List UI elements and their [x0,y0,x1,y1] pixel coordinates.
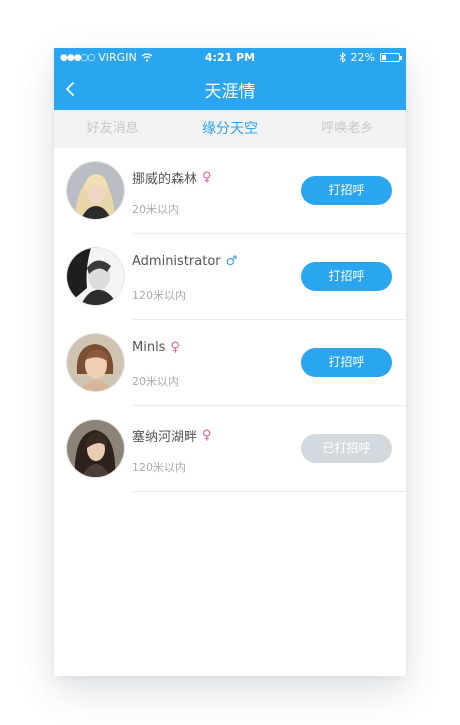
list-item[interactable]: 塞纳河湖畔 ♀ 120米以内 已打招呼 [54,406,406,492]
avatar[interactable] [67,334,124,391]
greet-button[interactable]: 打招呼 [301,262,392,291]
status-right: 22% [339,51,402,64]
avatar[interactable] [67,420,124,477]
battery-icon [380,53,402,62]
nav-bar: 天涯情 [54,68,406,110]
tab-bar: 好友消息 缘分天空 呼唤老乡 [54,110,406,148]
page-title: 天涯情 [204,82,256,102]
battery-percent: 22% [350,51,375,64]
distance-label: 20米以内 [132,375,179,388]
female-icon: ♀ [170,340,180,355]
list-item[interactable]: Minls ♀ 20米以内 打招呼 [54,320,406,406]
phone-screen: ●●●○○ VIRGIN 4:21 PM 22% 天涯情 好友消息 缘分天空 呼… [54,48,406,676]
user-name: 挪威的森林 [132,172,198,187]
list-item[interactable]: Administrator ♂ 120米以内 打招呼 [54,234,406,320]
user-name-line: Minls ♀ [132,340,180,355]
greet-button[interactable]: 打招呼 [301,176,392,205]
distance-label: 120米以内 [132,289,186,302]
user-name-line: 塞纳河湖畔 ♀ [132,426,212,445]
tab-call-hometown[interactable]: 呼唤老乡 [289,110,406,148]
status-bar: ●●●○○ VIRGIN 4:21 PM 22% [54,48,406,68]
avatar[interactable] [67,162,124,219]
distance-label: 20米以内 [132,203,179,216]
greet-button[interactable]: 打招呼 [301,348,392,377]
user-list: 挪威的森林 ♀ 20米以内 打招呼 Administrator ♂ 120米以内… [54,148,406,492]
list-item[interactable]: 挪威的森林 ♀ 20米以内 打招呼 [54,148,406,234]
bluetooth-icon [339,52,346,63]
battery-fill [382,55,386,60]
female-icon: ♀ [202,170,212,185]
greeted-button[interactable]: 已打招呼 [301,434,392,463]
user-name: Administrator [132,254,221,269]
male-icon: ♂ [225,254,238,269]
distance-label: 120米以内 [132,461,186,474]
user-name: Minls [132,340,166,355]
female-icon: ♀ [202,428,212,443]
user-name: 塞纳河湖畔 [132,430,198,445]
tab-friend-messages[interactable]: 好友消息 [54,110,171,148]
user-name-line: 挪威的森林 ♀ [132,168,212,187]
tab-destiny-sky[interactable]: 缘分天空 [171,110,288,148]
user-name-line: Administrator ♂ [132,254,237,269]
avatar[interactable] [67,248,124,305]
